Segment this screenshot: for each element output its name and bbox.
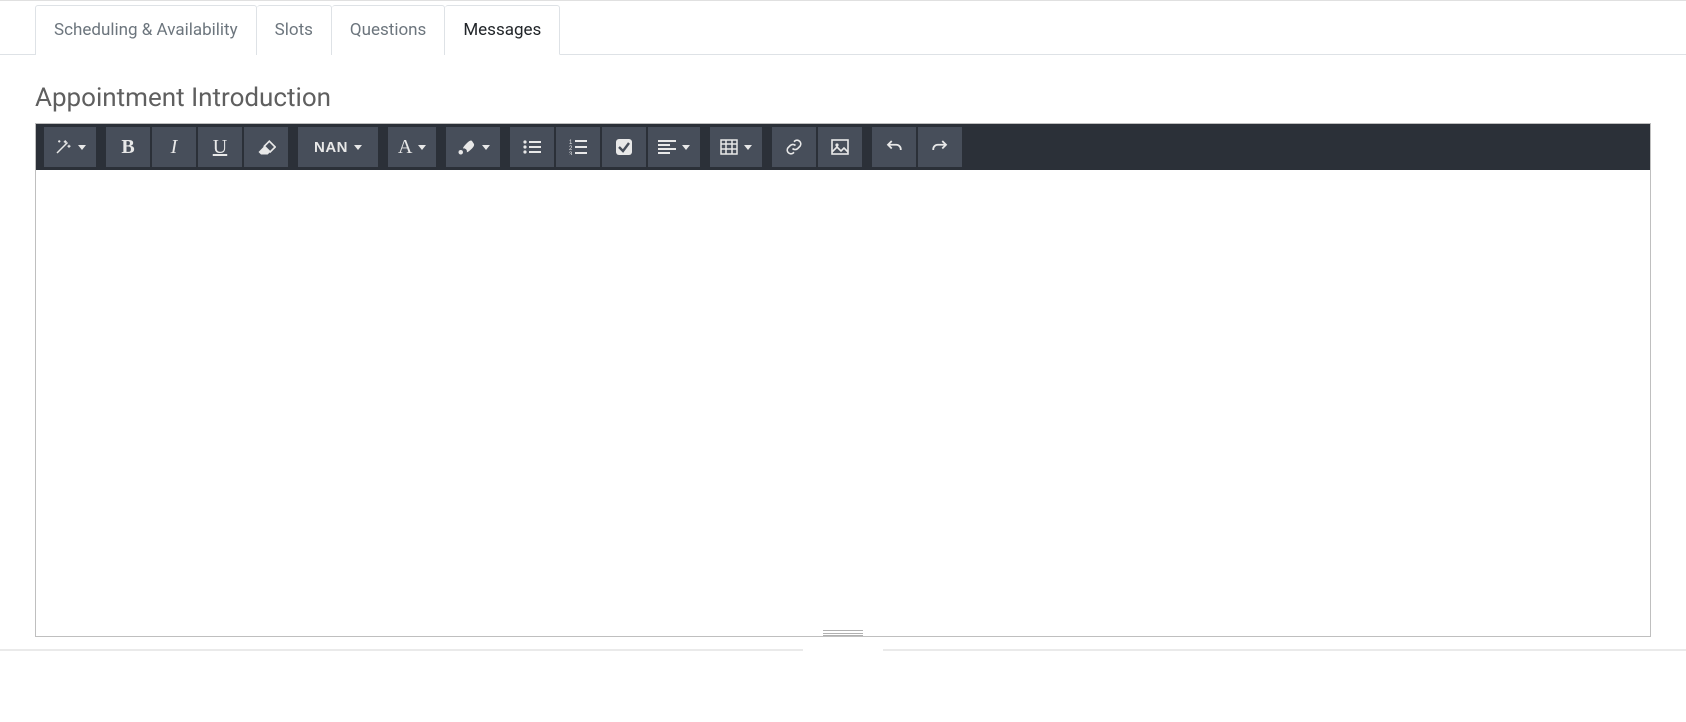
paragraph-align-dropdown[interactable] xyxy=(648,127,700,167)
tab-scheduling-availability[interactable]: Scheduling & Availability xyxy=(35,5,257,55)
editor-content-area[interactable] xyxy=(36,170,1650,628)
tabs: Scheduling & Availability Slots Question… xyxy=(35,5,1686,54)
unordered-list-button[interactable] xyxy=(510,127,554,167)
font-icon: A xyxy=(398,136,412,159)
font-family-dropdown[interactable]: A xyxy=(388,127,436,167)
bullet-list-icon xyxy=(523,139,541,155)
image-button[interactable] xyxy=(818,127,862,167)
editor-toolbar: B I U NAN xyxy=(36,124,1650,170)
font-size-dropdown[interactable]: NAN xyxy=(298,127,378,167)
color-dropdown[interactable] xyxy=(446,127,500,167)
redo-icon xyxy=(931,138,949,156)
caret-down-icon xyxy=(482,145,490,150)
tabs-row: Scheduling & Availability Slots Question… xyxy=(0,5,1686,55)
caret-down-icon xyxy=(682,145,690,150)
svg-text:3: 3 xyxy=(569,152,573,155)
caret-down-icon xyxy=(418,145,426,150)
font-size-label: NAN xyxy=(314,139,348,156)
bottom-divider xyxy=(0,649,1686,651)
paint-brush-icon xyxy=(456,138,476,156)
resize-handle[interactable] xyxy=(36,628,1650,636)
ordered-list-button[interactable]: 1 2 3 xyxy=(556,127,600,167)
rich-text-editor: B I U NAN xyxy=(35,123,1651,637)
caret-down-icon xyxy=(354,145,362,150)
numbered-list-icon: 1 2 3 xyxy=(569,139,587,155)
style-wand-button[interactable] xyxy=(44,127,96,167)
magic-wand-icon xyxy=(54,138,72,156)
clear-formatting-button[interactable] xyxy=(244,127,288,167)
caret-down-icon xyxy=(78,145,86,150)
table-icon xyxy=(720,139,738,155)
align-left-icon xyxy=(658,139,676,155)
link-button[interactable] xyxy=(772,127,816,167)
checkbox-icon xyxy=(615,138,633,156)
bold-button[interactable]: B xyxy=(106,127,150,167)
tab-slots[interactable]: Slots xyxy=(257,5,332,55)
image-icon xyxy=(831,139,849,155)
tab-messages[interactable]: Messages xyxy=(445,5,560,55)
caret-down-icon xyxy=(744,145,752,150)
undo-icon xyxy=(885,138,903,156)
link-icon xyxy=(785,138,803,156)
underline-button[interactable]: U xyxy=(198,127,242,167)
section-title: Appointment Introduction xyxy=(35,83,1651,113)
eraser-icon xyxy=(256,138,276,156)
italic-button[interactable]: I xyxy=(152,127,196,167)
table-dropdown[interactable] xyxy=(710,127,762,167)
redo-button[interactable] xyxy=(918,127,962,167)
tab-questions[interactable]: Questions xyxy=(332,5,445,55)
undo-button[interactable] xyxy=(872,127,916,167)
checklist-button[interactable] xyxy=(602,127,646,167)
